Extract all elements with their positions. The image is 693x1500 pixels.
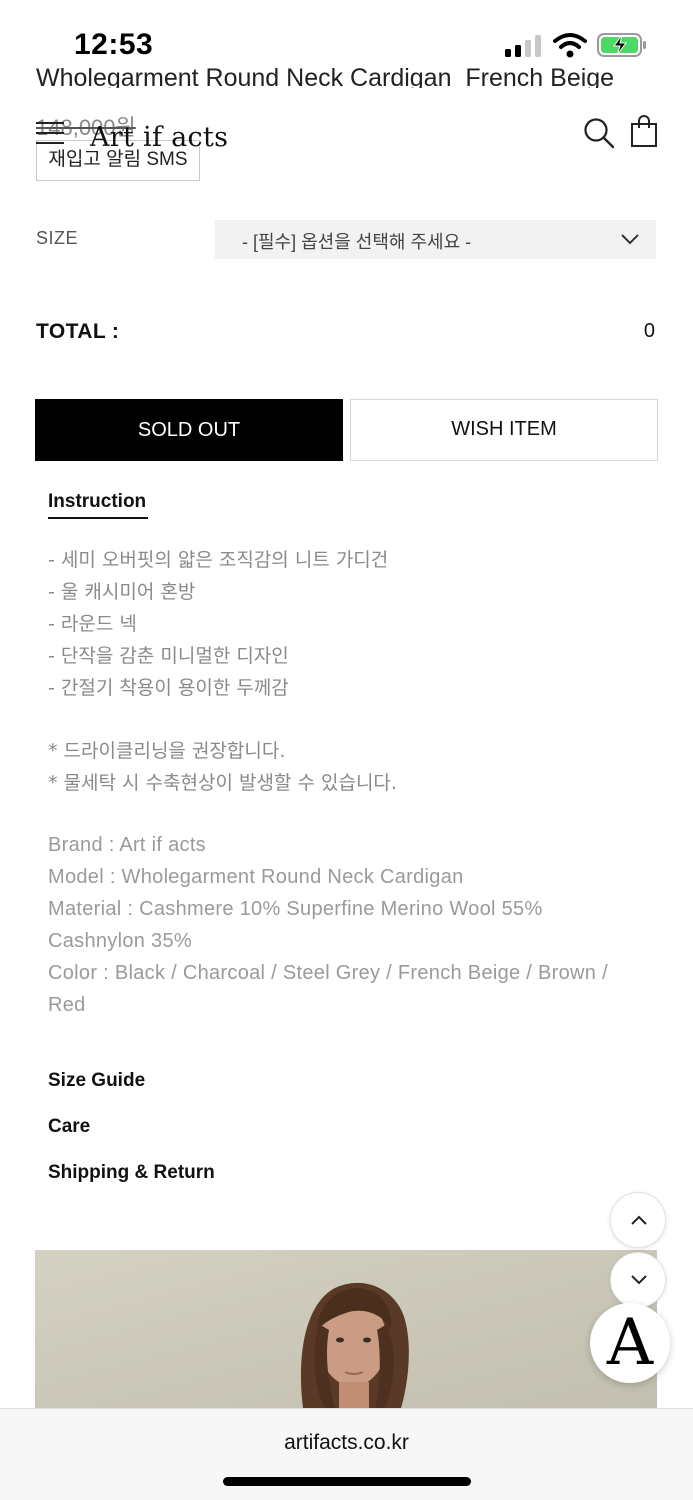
accordion-care[interactable]: Care	[48, 1116, 90, 1138]
product-photo	[35, 1250, 657, 1408]
tab-instruction[interactable]: Instruction	[48, 491, 146, 513]
chevron-down-icon	[631, 1275, 647, 1285]
brand-a-button[interactable]: A	[590, 1303, 670, 1383]
product-title: Wholegarment Round Neck Cardigan_French …	[36, 64, 615, 88]
model-photo-illustration	[35, 1250, 657, 1408]
battery-charging-icon	[597, 33, 646, 57]
feature-line: - 울 캐시미어 혼방	[48, 581, 196, 603]
browser-bottom-bar: artifacts.co.kr	[0, 1408, 693, 1500]
total-label: TOTAL :	[36, 320, 120, 343]
home-indicator[interactable]	[223, 1477, 471, 1486]
accordion-shipping-return[interactable]: Shipping & Return	[48, 1162, 215, 1184]
spec-line: Cashnylon 35%	[48, 930, 192, 952]
shopping-bag-icon[interactable]	[630, 114, 658, 148]
cellular-signal-icon	[505, 35, 541, 57]
total-value: 0	[643, 320, 655, 342]
chevron-up-icon	[631, 1215, 647, 1225]
site-header: Art if acts	[0, 92, 693, 172]
care-note: * 드라이클리닝을 권장합니다.	[48, 740, 286, 762]
tab-active-underline	[48, 517, 148, 519]
feature-line: - 간절기 착용이 용이한 두께감	[48, 677, 289, 699]
spec-line: Model : Wholegarment Round Neck Cardigan	[48, 866, 464, 888]
search-icon[interactable]	[583, 117, 615, 149]
brand-logo[interactable]: Art if acts	[90, 122, 228, 153]
feature-line: - 단작을 감춘 미니멀한 디자인	[48, 645, 289, 667]
menu-icon[interactable]	[36, 122, 64, 144]
spec-line: Material : Cashmere 10% Superfine Merino…	[48, 898, 543, 920]
status-time: 12:53	[74, 28, 154, 61]
spec-line: Color : Black / Charcoal / Steel Grey / …	[48, 962, 608, 984]
feature-line: - 세미 오버핏의 얇은 조직감의 니트 가디건	[48, 549, 389, 571]
wish-item-button[interactable]: WISH ITEM	[350, 399, 658, 461]
spec-line: Brand : Art if acts	[48, 834, 206, 856]
address-bar-url[interactable]: artifacts.co.kr	[0, 1431, 693, 1455]
sold-out-button[interactable]: SOLD OUT	[35, 399, 343, 461]
chevron-down-icon	[621, 234, 639, 245]
scroll-down-button[interactable]	[610, 1252, 666, 1308]
care-note: * 물세탁 시 수축현상이 발생할 수 있습니다.	[48, 772, 397, 794]
wifi-icon	[553, 33, 587, 58]
scroll-up-button[interactable]	[610, 1192, 666, 1248]
product-title-cut: Wholegarment Round Neck Cardigan_French …	[36, 62, 676, 88]
feature-line: - 라운드 넥	[48, 613, 137, 635]
accordion-size-guide[interactable]: Size Guide	[48, 1070, 145, 1092]
size-select-value: - [필수] 옵션을 선택해 주세요 -	[242, 232, 472, 252]
spec-line: Red	[48, 994, 86, 1016]
size-label: SIZE	[36, 228, 79, 248]
size-select[interactable]: - [필수] 옵션을 선택해 주세요 -	[215, 220, 656, 259]
